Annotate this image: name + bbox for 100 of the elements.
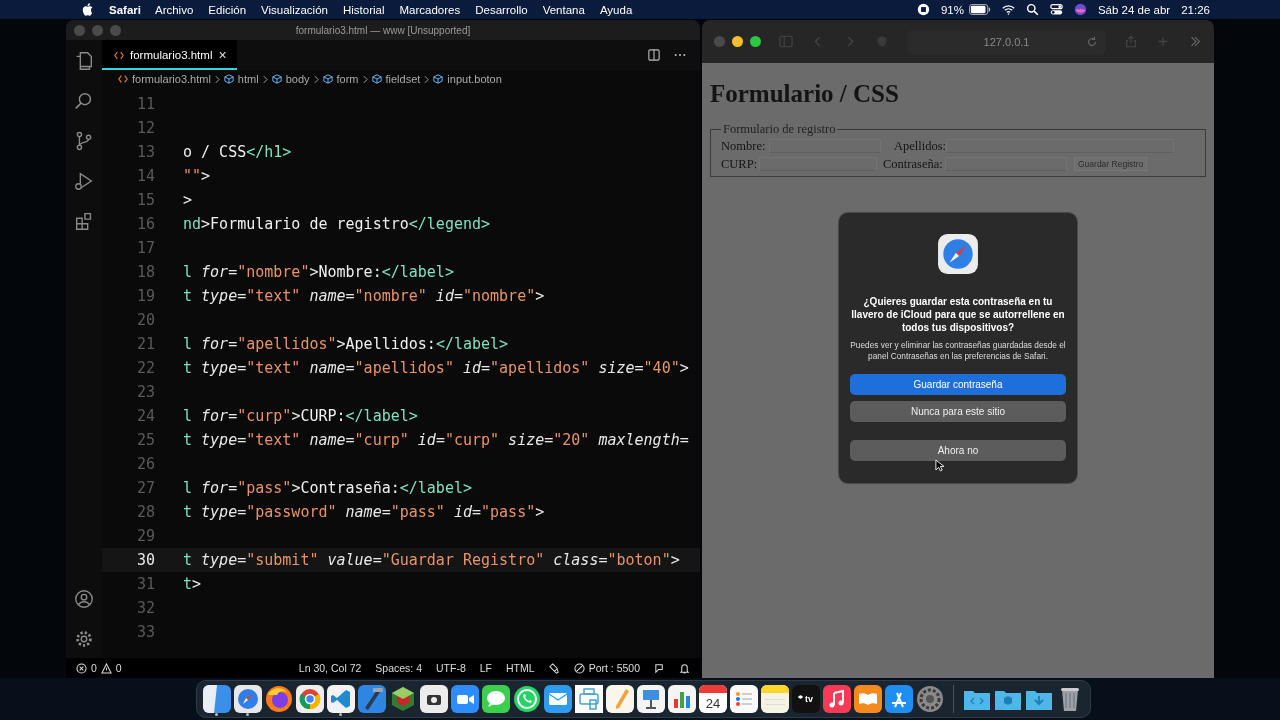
- status-item[interactable]: Ln 30, Col 72: [298, 662, 362, 674]
- status-item[interactable]: LF: [479, 662, 493, 674]
- code-text: l for="pass">Contraseña:</label>: [182, 479, 472, 497]
- speech-bubble-icon[interactable]: [482, 685, 510, 713]
- status-item[interactable]: UTF-8: [436, 662, 466, 674]
- cube-icon: [271, 74, 282, 84]
- dialog-message: Puedes ver y eliminar las contraseñas guardadas desde el panel Contraseñas en las preferencias de Safari.: [850, 340, 1066, 362]
- dialog-button[interactable]: Ahora no: [850, 440, 1066, 461]
- stop-icon[interactable]: [916, 3, 930, 16]
- chevron-icon[interactable]: [327, 685, 355, 713]
- breadcrumb-item[interactable]: fieldset: [385, 73, 421, 85]
- warning-icon[interactable]: [100, 662, 112, 674]
- pointer-cursor-icon: [935, 459, 944, 472]
- close-tab-button[interactable]: ×: [218, 47, 227, 63]
- field-label: Nombre:: [721, 138, 767, 154]
- menu-item[interactable]: Historial: [342, 3, 385, 16]
- menu-item[interactable]: Desarrollo: [475, 3, 528, 16]
- toggles-icon[interactable]: [1049, 3, 1063, 16]
- line-number: 27: [135, 479, 155, 497]
- settings-icon[interactable]: [73, 628, 95, 650]
- double-chevron-icon[interactable]: [1188, 35, 1202, 48]
- cube-icon[interactable]: [389, 685, 417, 713]
- code-brackets-icon: [114, 50, 124, 60]
- battery-icon[interactable]: [968, 4, 991, 15]
- code-text: nd>Formulario de registro</legend>: [182, 215, 491, 233]
- split-square-icon[interactable]: [203, 685, 231, 713]
- editor-tab[interactable]: formulario3.html ×: [102, 40, 237, 70]
- checklist-icon[interactable]: [730, 685, 758, 713]
- video-camera-icon[interactable]: [451, 685, 479, 713]
- error-count[interactable]: 0: [91, 662, 97, 674]
- music-note-icon[interactable]: [823, 685, 851, 713]
- code-text: o / CSS</h1>: [182, 143, 292, 161]
- zoom-button[interactable]: [750, 36, 761, 47]
- dialog-button[interactable]: Guardar contraseña: [850, 374, 1066, 395]
- compass-icon[interactable]: [234, 685, 262, 713]
- address-field[interactable]: 127.0.0.1: [907, 29, 1106, 54]
- podium-icon[interactable]: [637, 685, 665, 713]
- phone-bubble-icon[interactable]: [513, 685, 541, 713]
- app-menu[interactable]: Safari: [109, 3, 141, 16]
- ring-icon[interactable]: [296, 685, 324, 713]
- split-editor-icon[interactable]: [648, 49, 660, 61]
- breadcrumb-item[interactable]: html: [237, 73, 259, 85]
- battery-percent: 91%: [940, 3, 964, 16]
- tv-icon[interactable]: tv: [792, 685, 820, 713]
- breadcrumb-item[interactable]: formulario3.html: [132, 73, 211, 85]
- menu-item[interactable]: Visualización: [261, 3, 328, 16]
- line-number: 15: [135, 191, 155, 209]
- line-number: 25: [135, 431, 155, 449]
- menu-item[interactable]: Ventana: [542, 3, 585, 16]
- calendar-icon[interactable]: 24: [699, 685, 727, 713]
- apple-logo-icon[interactable]: [82, 3, 93, 16]
- minimize-button[interactable]: [732, 36, 743, 47]
- camera-icon[interactable]: [420, 685, 448, 713]
- wifi-icon[interactable]: [1001, 3, 1015, 16]
- line-number: 18: [135, 263, 155, 281]
- cube-icon: [371, 74, 382, 84]
- feedback-icon[interactable]: [654, 662, 665, 674]
- notepad-icon[interactable]: [761, 685, 789, 713]
- account-icon[interactable]: [73, 588, 95, 610]
- search-icon[interactable]: [1025, 3, 1039, 16]
- run-debug-icon[interactable]: [73, 170, 95, 192]
- line-number: 28: [135, 503, 155, 521]
- menu-item[interactable]: Ayuda: [599, 3, 633, 16]
- orb-icon[interactable]: [1073, 3, 1087, 16]
- bar-chart-icon[interactable]: [668, 685, 696, 713]
- line-number: 22: [135, 359, 155, 377]
- menu-item[interactable]: Edición: [208, 3, 247, 16]
- no-entry-icon[interactable]: [573, 662, 585, 674]
- globe-icon[interactable]: [265, 685, 293, 713]
- code-text: t type="submit" value="Guardar Registro" class="boton">: [182, 551, 680, 569]
- menu-item[interactable]: Archivo: [154, 3, 194, 16]
- breadcrumb-item[interactable]: form: [336, 73, 359, 85]
- breadcrumb-item[interactable]: input.boton: [447, 73, 502, 85]
- line-number: 13: [135, 143, 155, 161]
- gear-icon[interactable]: [916, 685, 944, 713]
- status-item[interactable]: Spaces: 4: [375, 662, 422, 674]
- line-number: 24: [135, 407, 155, 425]
- app-store-icon[interactable]: [885, 685, 913, 713]
- chevron-right-icon: [424, 74, 430, 84]
- pen-icon[interactable]: [606, 685, 634, 713]
- port-status[interactable]: Port : 5500: [588, 662, 640, 674]
- warning-count[interactable]: 0: [115, 662, 122, 674]
- code-text: t type="password" name="pass" id="pass">: [182, 503, 545, 521]
- dialog-button[interactable]: Nunca para este sitio: [850, 401, 1066, 422]
- brush-icon[interactable]: [548, 662, 560, 674]
- bell-icon[interactable]: [679, 662, 690, 674]
- window-title: formulario3.html — www [Unsupported]: [294, 24, 472, 36]
- breadcrumb-item[interactable]: body: [285, 73, 310, 85]
- status-item[interactable]: HTML: [506, 662, 535, 674]
- line-number: 12: [135, 119, 155, 137]
- menu-item[interactable]: Marcadores: [399, 3, 461, 16]
- open-book-icon[interactable]: [854, 685, 882, 713]
- envelope-icon[interactable]: [544, 685, 572, 713]
- error-icon[interactable]: [76, 662, 87, 674]
- cube-icon: [223, 74, 234, 84]
- line-number: 30: [135, 551, 155, 569]
- hammer-icon[interactable]: [358, 685, 386, 713]
- code-text: t type="text" name="nombre" id="nombre">: [182, 287, 545, 305]
- reload-icon[interactable]: [1086, 35, 1098, 48]
- code-text: "">: [182, 167, 211, 185]
